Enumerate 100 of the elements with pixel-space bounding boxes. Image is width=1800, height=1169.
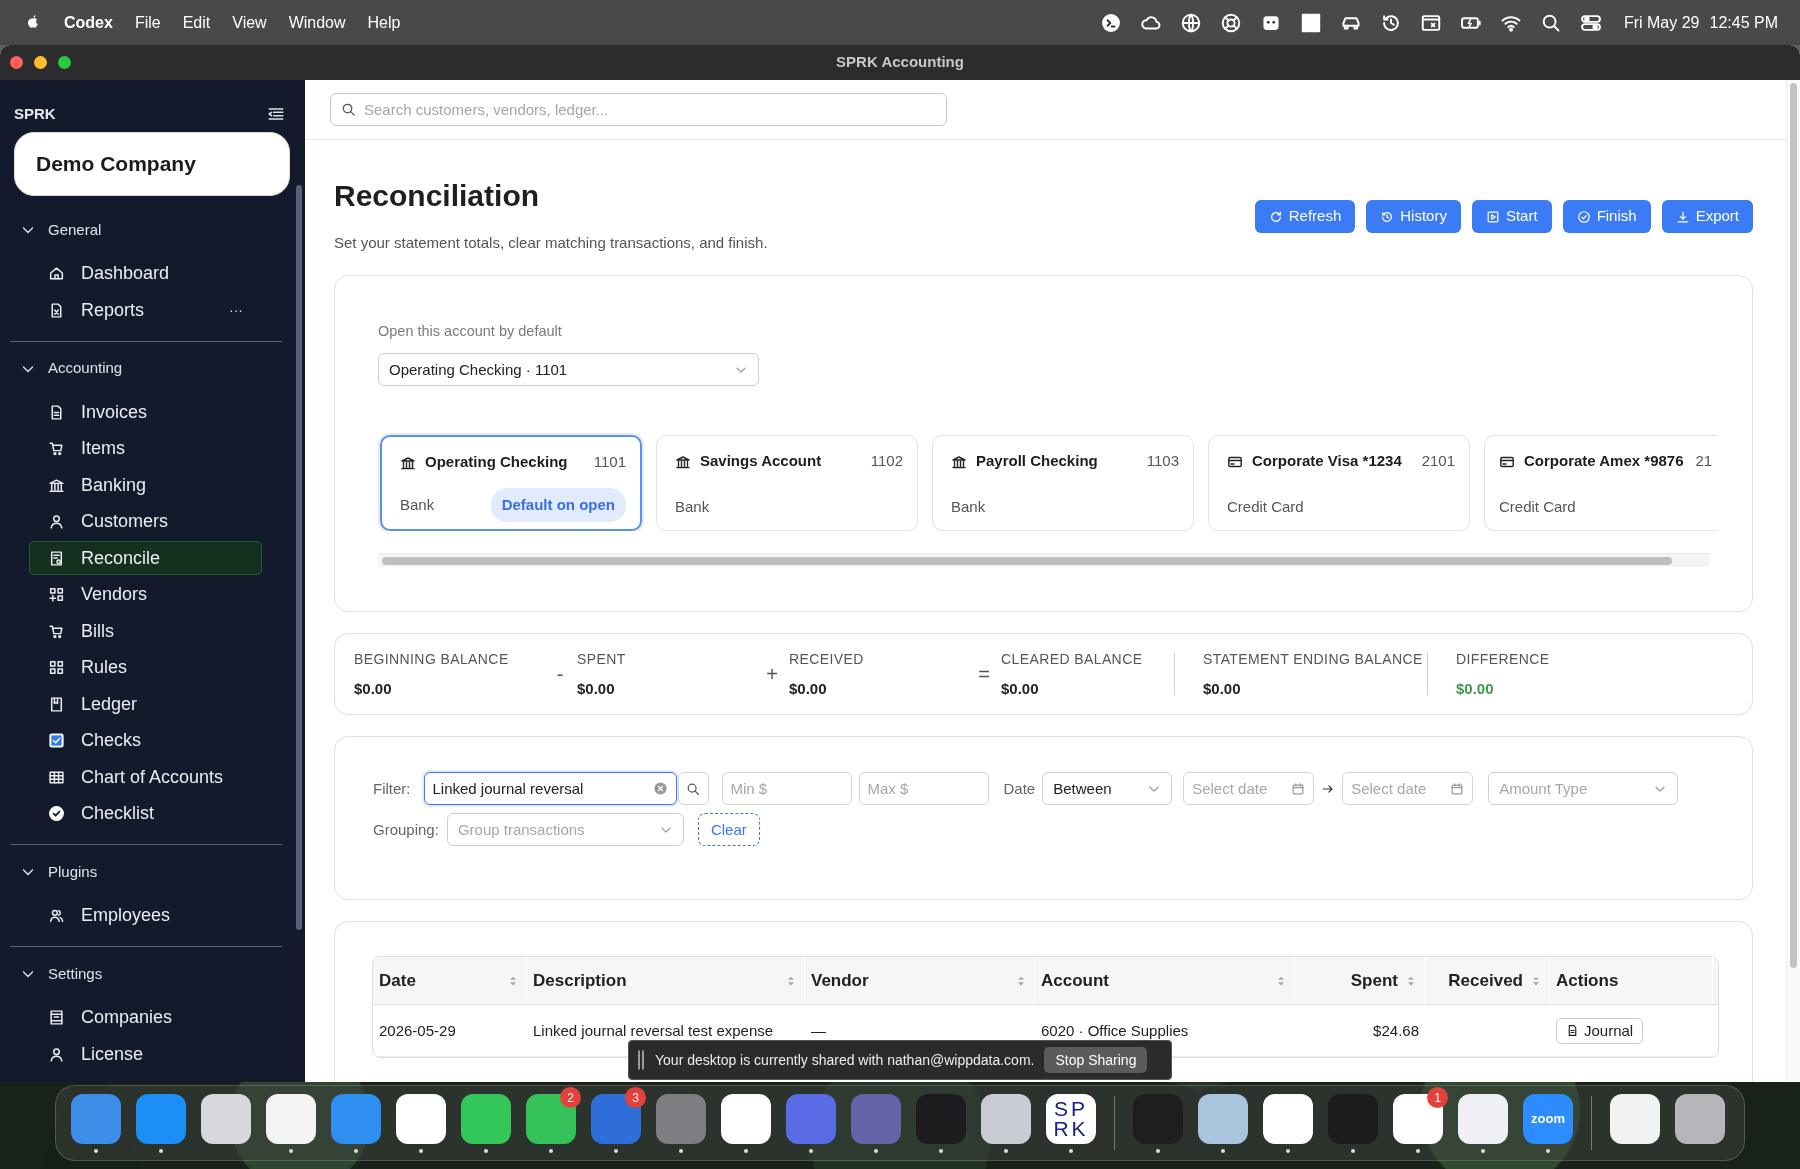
action-button[interactable]: Start xyxy=(1471,200,1552,233)
app-icon[interactable] xyxy=(396,1093,446,1144)
company-switcher[interactable]: Demo Company xyxy=(14,132,290,196)
account-select[interactable]: Operating Checking · 1101 xyxy=(378,353,759,387)
terminal-icon[interactable] xyxy=(1099,11,1122,34)
search-button[interactable] xyxy=(677,772,709,806)
column-header[interactable]: Date xyxy=(379,968,500,994)
sidebar-item[interactable]: Vendors xyxy=(29,577,262,612)
app-icon[interactable] xyxy=(461,1093,511,1144)
grid-icon xyxy=(47,586,65,603)
date-range-select[interactable]: Between xyxy=(1042,772,1173,806)
home-icon xyxy=(47,265,65,282)
scrollbar[interactable] xyxy=(296,185,302,930)
app-icon[interactable] xyxy=(1610,1093,1660,1144)
date-field[interactable]: Select date xyxy=(1192,773,1286,805)
max-amount-box[interactable]: Max $ xyxy=(858,772,989,806)
globe-icon[interactable] xyxy=(1179,11,1202,34)
sidebar-item[interactable]: Reports ··· xyxy=(29,293,262,327)
clear-button[interactable]: Clear xyxy=(697,813,760,847)
account-card[interactable]: Corporate Amex *9876 21 Credit Card xyxy=(1484,435,1718,532)
sidebar-item[interactable]: Customers xyxy=(29,504,262,539)
filter-field[interactable]: Linked journal reversal xyxy=(432,773,647,805)
scrollbar[interactable] xyxy=(1786,80,1800,1082)
sidebar-item[interactable]: Employees xyxy=(29,898,262,933)
action-button[interactable]: Finish xyxy=(1562,200,1651,233)
sidebar-item[interactable]: Invoices xyxy=(29,395,262,429)
app-icon[interactable] xyxy=(981,1093,1031,1144)
section-header[interactable]: Plugins xyxy=(0,853,305,891)
column-header[interactable]: Vendor xyxy=(811,968,1008,994)
sidebar-item[interactable]: Rules xyxy=(29,650,262,685)
lifebuoy-icon[interactable] xyxy=(1219,11,1242,34)
journal-button[interactable]: Journal xyxy=(1556,1017,1644,1044)
date-box[interactable]: Select date xyxy=(1183,772,1315,806)
section-header[interactable]: Settings xyxy=(0,955,305,993)
brand-name: SPRK xyxy=(14,103,56,124)
sidebar-item[interactable]: Companies xyxy=(29,1000,262,1035)
max-amount-field[interactable]: Max $ xyxy=(867,773,980,805)
app-icon[interactable]: SPRK xyxy=(1046,1093,1096,1144)
app-menu[interactable]: Codex xyxy=(64,10,113,35)
column-header[interactable]: Account xyxy=(1041,968,1268,994)
grid-icon xyxy=(47,659,65,676)
account-number: 21 xyxy=(1695,451,1713,472)
app-icon[interactable] xyxy=(1675,1093,1725,1144)
menu-bar-time[interactable]: 12:45 PM xyxy=(1709,10,1778,35)
column-header[interactable]: Actions xyxy=(1556,968,1619,994)
min-amount-field[interactable]: Min $ xyxy=(730,773,843,805)
account-type: Credit Card xyxy=(1499,496,1576,517)
stop-sharing-button[interactable]: Stop Sharing xyxy=(1044,1047,1148,1073)
account-card[interactable]: Savings Account 1102 Bank xyxy=(656,435,918,532)
sidebar-item[interactable]: Chart of Accounts xyxy=(29,760,262,794)
section-header[interactable]: Accounting xyxy=(0,349,305,388)
account-card[interactable]: Payroll Checking 1103 Bank xyxy=(932,435,1194,532)
action-button[interactable]: Export xyxy=(1661,200,1753,233)
app-icon[interactable] xyxy=(1263,1093,1313,1144)
app-icon[interactable] xyxy=(201,1093,251,1144)
menu-item[interactable]: Window xyxy=(288,10,346,35)
app-icon[interactable] xyxy=(526,1093,576,1144)
app-icon[interactable] xyxy=(721,1093,771,1144)
column-header[interactable]: Description xyxy=(533,968,778,994)
date-field[interactable]: Select date xyxy=(1351,773,1445,805)
action-button[interactable]: Refresh xyxy=(1254,200,1356,233)
play-icon xyxy=(1485,209,1500,224)
collapse-sidebar-icon[interactable] xyxy=(267,105,285,123)
sidebar-item[interactable]: Checklist xyxy=(29,796,262,831)
menu-item[interactable]: Edit xyxy=(182,10,211,35)
sidebar-item[interactable]: Items xyxy=(29,431,262,466)
minimize-button[interactable] xyxy=(34,56,47,69)
close-button[interactable] xyxy=(10,56,23,69)
grip-icon[interactable] xyxy=(637,1049,645,1071)
zoom-button[interactable] xyxy=(58,56,71,69)
sidebar-item[interactable]: Checks xyxy=(29,723,262,758)
menu-item[interactable]: View xyxy=(232,10,267,35)
app-icon[interactable] xyxy=(266,1093,316,1144)
action-button[interactable]: History xyxy=(1366,200,1461,233)
sidebar-item[interactable]: Reconcile xyxy=(29,541,262,575)
menu-bar-date[interactable]: Fri May 29 xyxy=(1623,10,1700,35)
menu-item[interactable]: File xyxy=(134,10,161,35)
filter-box[interactable]: Linked journal reversal xyxy=(423,772,677,806)
sidebar-item[interactable]: Bills xyxy=(29,614,262,648)
account-card[interactable]: Operating Checking 1101 Bank Default on open xyxy=(380,435,642,532)
app-icon[interactable] xyxy=(1198,1093,1248,1144)
column-header[interactable]: Received xyxy=(1448,968,1523,994)
clear-icon[interactable] xyxy=(652,781,668,797)
bank-icon xyxy=(47,476,65,494)
sidebar-item[interactable]: Banking xyxy=(29,468,262,502)
account-card[interactable]: Corporate Visa *1234 2101 Credit Card xyxy=(1208,435,1470,532)
min-amount-box[interactable]: Min $ xyxy=(721,772,852,806)
sidebar-item[interactable]: License xyxy=(29,1037,262,1071)
summary-value: $0.00 xyxy=(1456,678,1495,699)
column-header[interactable]: Spent xyxy=(1350,968,1398,994)
account-type: Bank xyxy=(400,494,435,515)
date-box[interactable]: Select date xyxy=(1342,772,1474,806)
sidebar-item[interactable]: Ledger xyxy=(29,687,262,721)
cart-icon xyxy=(47,440,65,457)
scrollbar[interactable] xyxy=(378,553,1710,568)
more-icon[interactable]: ··· xyxy=(229,299,243,321)
section-header[interactable]: General xyxy=(0,211,305,249)
menu-item[interactable]: Help xyxy=(367,10,401,35)
app-icon[interactable] xyxy=(1458,1093,1508,1144)
sidebar-item[interactable]: Dashboard xyxy=(29,256,262,291)
